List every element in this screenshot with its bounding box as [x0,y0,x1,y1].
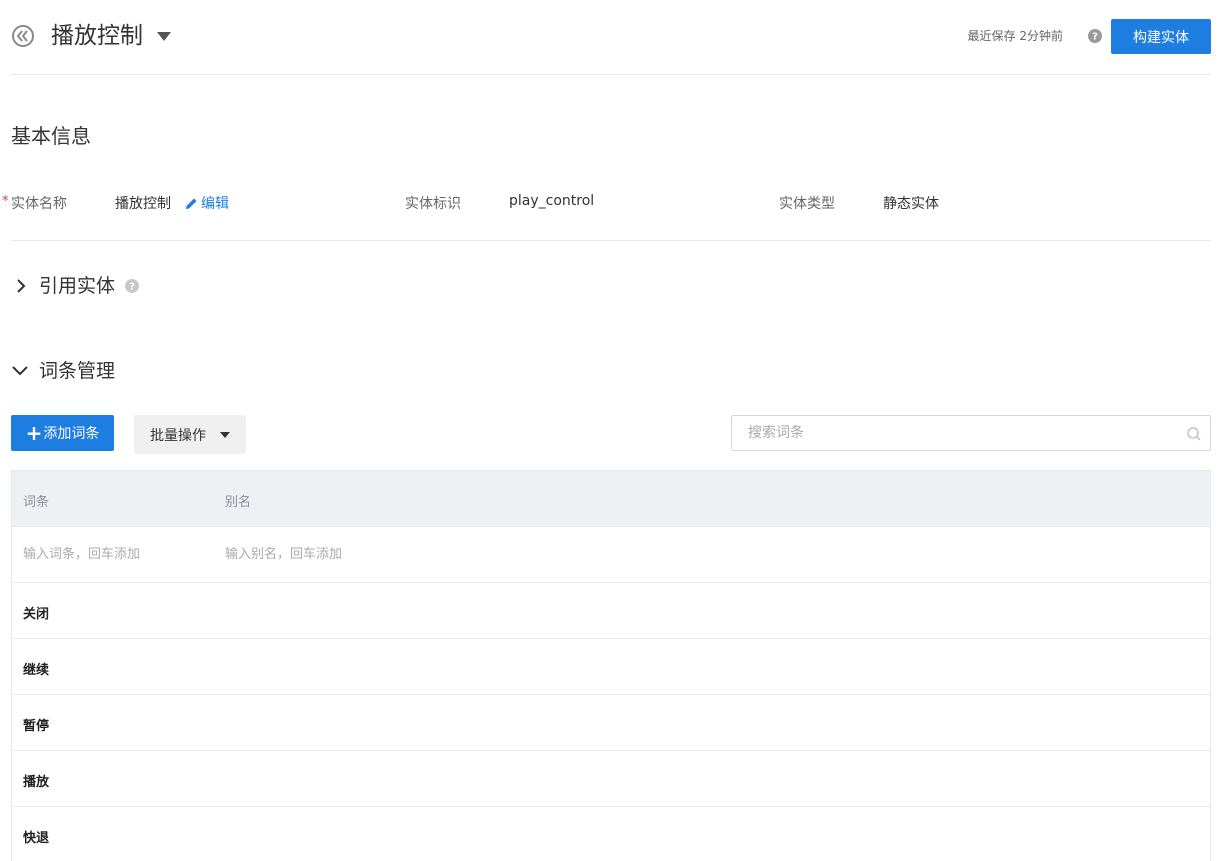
add-term-button[interactable]: + 添加词条 [11,415,114,451]
section-title-reference: 引用实体 [39,275,116,297]
new-term-row [12,527,1210,583]
table-row[interactable]: 暂停 [12,695,1210,751]
top-bar: 播放控制 最近保存 2分钟前 ? 构建实体 [0,0,1222,75]
edit-name-link[interactable]: 编辑 [185,193,229,213]
entity-id-value: play_control [509,193,595,209]
new-alias-input[interactable] [225,527,1125,582]
basic-info-row: * 实体名称 播放控制 编辑 实体标识 play_control 实体类型 静态… [0,190,1222,214]
plus-icon: + [25,421,43,445]
caret-down-icon[interactable] [157,32,171,41]
section-title-basic-info: 基本信息 [11,124,91,148]
term-cell: 快退 [23,831,50,846]
back-icon[interactable] [11,24,35,48]
batch-operation-label: 批量操作 [150,427,206,444]
term-cell: 播放 [23,775,50,790]
page-title: 播放控制 [51,23,143,49]
section-title-terms: 词条管理 [39,360,116,382]
term-cell: 暂停 [23,719,50,734]
caret-down-icon [220,431,230,438]
chevron-right-icon [17,279,26,293]
divider [11,74,1211,75]
entity-name-value: 播放控制 [115,196,171,212]
question-circle-icon[interactable]: ? [125,279,139,293]
entity-type-label: 实体类型 [779,196,835,212]
search-icon[interactable] [1187,427,1201,441]
term-cell: 继续 [23,663,50,678]
question-circle-icon[interactable]: ? [1088,29,1102,43]
search-input[interactable] [732,416,1172,450]
svg-text:?: ? [1092,32,1098,43]
entity-type-value: 静态实体 [883,196,939,212]
column-header-term: 词条 [23,495,50,510]
new-term-input[interactable] [23,527,213,582]
svg-text:?: ? [129,282,135,293]
table-header: 词条 别名 [12,470,1210,527]
table-row[interactable]: 继续 [12,639,1210,695]
build-entity-button[interactable]: 构建实体 [1111,19,1211,54]
term-cell: 关闭 [23,607,50,622]
entity-name-label: 实体名称 [11,196,67,212]
batch-operation-button[interactable]: 批量操作 [134,415,246,454]
column-header-alias: 别名 [225,495,252,510]
pencil-icon [186,198,197,209]
add-term-label: 添加词条 [43,426,100,442]
save-status: 最近保存 2分钟前 [967,29,1063,43]
entity-id-label: 实体标识 [405,196,461,212]
table-row[interactable]: 快退 [12,807,1210,861]
table-row[interactable]: 关闭 [12,583,1210,639]
terms-table: 词条 别名 关闭 继续 暂停 播放 快退 [11,470,1211,861]
table-row[interactable]: 播放 [12,751,1210,807]
search-box [731,415,1211,451]
chevron-down-icon [12,366,28,376]
required-mark: * [2,194,9,209]
divider [11,240,1211,241]
edit-link-label: 编辑 [201,196,229,212]
